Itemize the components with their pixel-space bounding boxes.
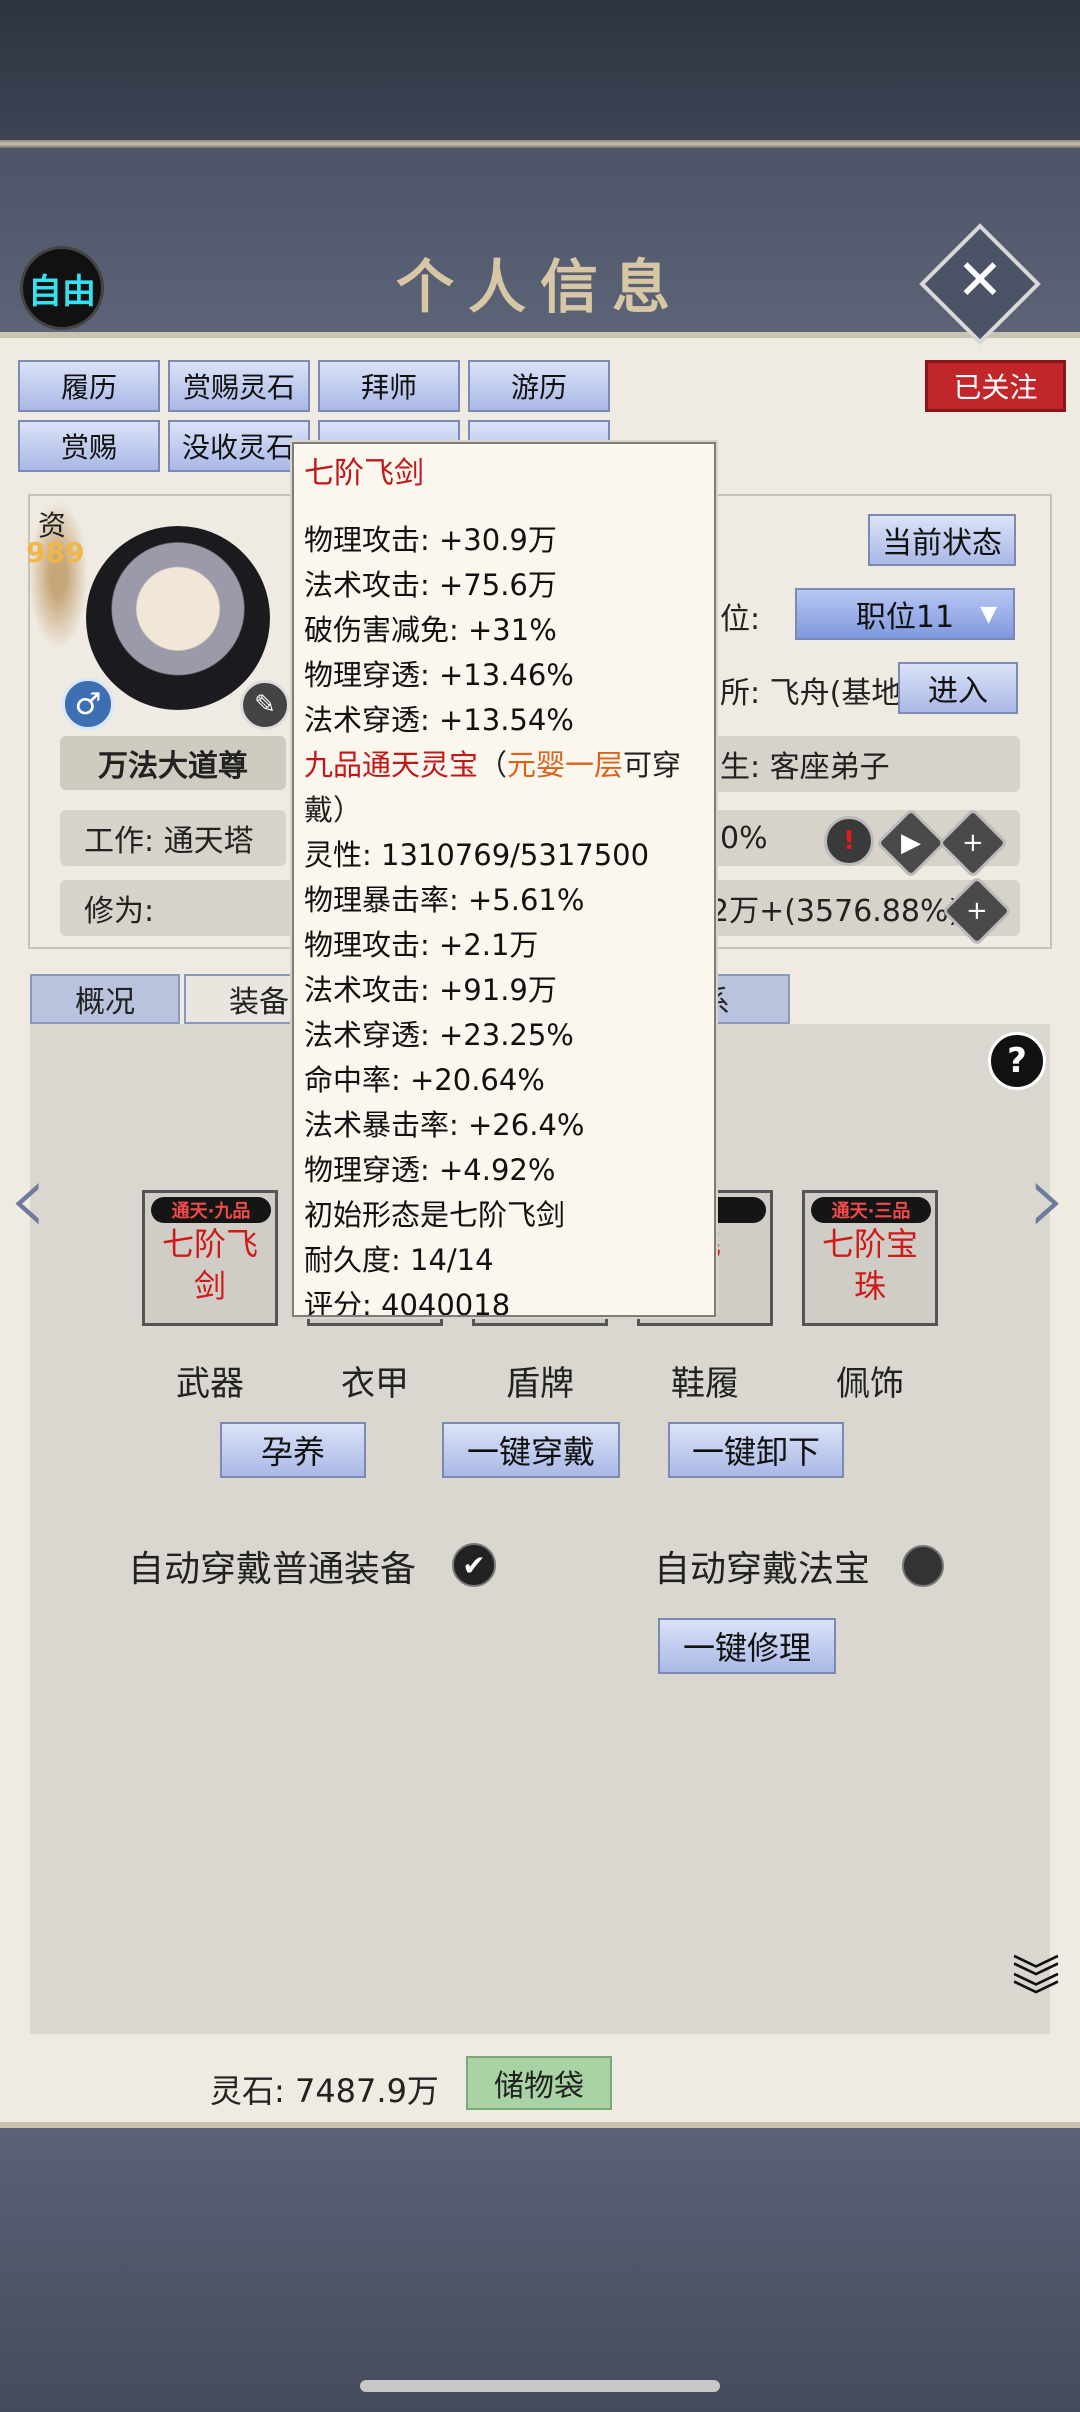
position-value: 职位11	[855, 600, 955, 635]
reward-stones-button[interactable]: 赏赐灵石	[168, 360, 310, 412]
followed-button[interactable]: 已关注	[925, 360, 1066, 412]
top-background	[0, 0, 1080, 140]
stat-line: 物理攻击: +30.9万	[304, 523, 557, 557]
auto-wear-treasure-checkbox[interactable]	[902, 1545, 944, 1587]
stat-line: 法术穿透: +23.25%	[304, 1018, 574, 1052]
page-title: 个人信息	[395, 253, 684, 321]
history-button[interactable]: 履历	[18, 360, 160, 412]
stat-line: 物理穿透: +13.46%	[304, 658, 574, 692]
remove-all-button[interactable]: 一键卸下	[668, 1422, 844, 1478]
stat-line: 法术攻击: +75.6万	[304, 568, 557, 602]
enter-button[interactable]: 进入	[898, 662, 1018, 714]
armor-label: 衣甲	[341, 1364, 409, 1404]
current-status-button[interactable]: 当前状态	[868, 514, 1016, 566]
nurture-button[interactable]: 孕养	[220, 1422, 366, 1478]
storage-bag-button[interactable]: 储物袋	[466, 2056, 612, 2110]
shield-label: 盾牌	[506, 1364, 574, 1404]
bottom-background	[0, 2128, 1080, 2412]
stat-line: 评分: 4040018	[304, 1288, 511, 1317]
divider	[0, 140, 1080, 148]
auto-wear-normal-checkbox[interactable]: ✔	[452, 1543, 496, 1587]
stat-line: 物理攻击: +2.1万	[304, 928, 539, 962]
auto-wear-treasure-label: 自动穿戴法宝	[654, 1549, 871, 1590]
confiscate-stones-button[interactable]: 没收灵石	[168, 420, 310, 472]
repair-all-button[interactable]: 一键修理	[658, 1618, 836, 1674]
edit-icon[interactable]: ✎	[240, 680, 290, 730]
avatar[interactable]	[86, 526, 270, 710]
tooltip-title: 七阶飞剑	[304, 456, 424, 491]
reward-button[interactable]: 赏赐	[18, 420, 160, 472]
weapon-slot[interactable]: 通天·九品 七阶飞剑	[142, 1190, 278, 1326]
weapon-label: 武器	[176, 1364, 244, 1404]
wear-all-button[interactable]: 一键穿戴	[442, 1422, 620, 1478]
apprentice-button[interactable]: 拜师	[318, 360, 460, 412]
chevron-down-icon: ▼	[980, 601, 997, 627]
stat-line: 灵性: 1310769/5317500	[304, 838, 650, 872]
stat-line: 法术暴击率: +26.4%	[304, 1108, 585, 1142]
stat-line: 法术穿透: +13.54%	[304, 703, 574, 737]
identity-field: 生: 客座弟子	[700, 736, 1020, 792]
stat-line: 破伤害减免: +31%	[304, 613, 557, 647]
auto-wear-normal-label: 自动穿戴普通装备	[128, 1549, 417, 1590]
chevron-right-icon[interactable]: ›	[1028, 1140, 1068, 1257]
work-field: 工作: 通天塔	[60, 810, 286, 866]
close-icon[interactable]: ✕	[941, 241, 1019, 319]
stat-line: 物理穿透: +4.92%	[304, 1153, 556, 1187]
travel-button[interactable]: 游历	[468, 360, 610, 412]
stat-line: 初始形态是七阶飞剑	[304, 1198, 566, 1232]
chevron-left-icon[interactable]: ‹	[8, 1140, 48, 1257]
realm-requirement: 元婴一层	[507, 748, 624, 782]
grade-badge: 通天·三品	[811, 1197, 931, 1223]
aptitude-value: 989	[26, 536, 85, 569]
slot-item-name: 七阶宝珠	[821, 1225, 918, 1305]
shoes-label: 鞋履	[671, 1364, 739, 1404]
stat-line: 法术攻击: +91.9万	[304, 973, 557, 1007]
male-icon: ♂	[62, 678, 114, 730]
cultivation-field: 修为:	[60, 880, 300, 936]
item-tooltip: 七阶飞剑 物理攻击: +30.9万 法术攻击: +75.6万 破伤害减免: +3…	[292, 442, 716, 1317]
accessory-slot[interactable]: 通天·三品 七阶宝珠	[802, 1190, 938, 1326]
position-select[interactable]: 职位11 ▼	[795, 588, 1015, 640]
accessory-label: 佩饰	[836, 1364, 904, 1404]
stat-line: 耐久度: 14/14	[304, 1243, 494, 1277]
free-mode-button[interactable]: 自由	[20, 246, 104, 330]
stat-line: 物理暴击率: +5.61%	[304, 883, 585, 917]
help-icon[interactable]: ?	[988, 1032, 1046, 1090]
grade-line: 九品通天灵宝（元婴一层可穿戴）	[304, 743, 706, 833]
spirit-stones-count: 灵石: 7487.9万	[210, 2072, 439, 2110]
alert-icon[interactable]: !	[824, 816, 874, 866]
character-name: 万法大道尊	[60, 736, 286, 790]
location-field: 所: 飞舟(基地	[720, 676, 900, 711]
grade-badge: 通天·九品	[151, 1197, 271, 1223]
scroll-down-icon[interactable]: ︾ ︾	[1012, 1955, 1060, 2021]
realm-open: （	[478, 748, 508, 782]
slot-item-name: 七阶飞剑	[161, 1225, 258, 1305]
tab-overview[interactable]: 概况	[30, 974, 180, 1024]
home-indicator[interactable]	[360, 2380, 720, 2392]
stat-line: 命中率: +20.64%	[304, 1063, 545, 1097]
item-grade: 九品通天灵宝	[304, 748, 479, 782]
